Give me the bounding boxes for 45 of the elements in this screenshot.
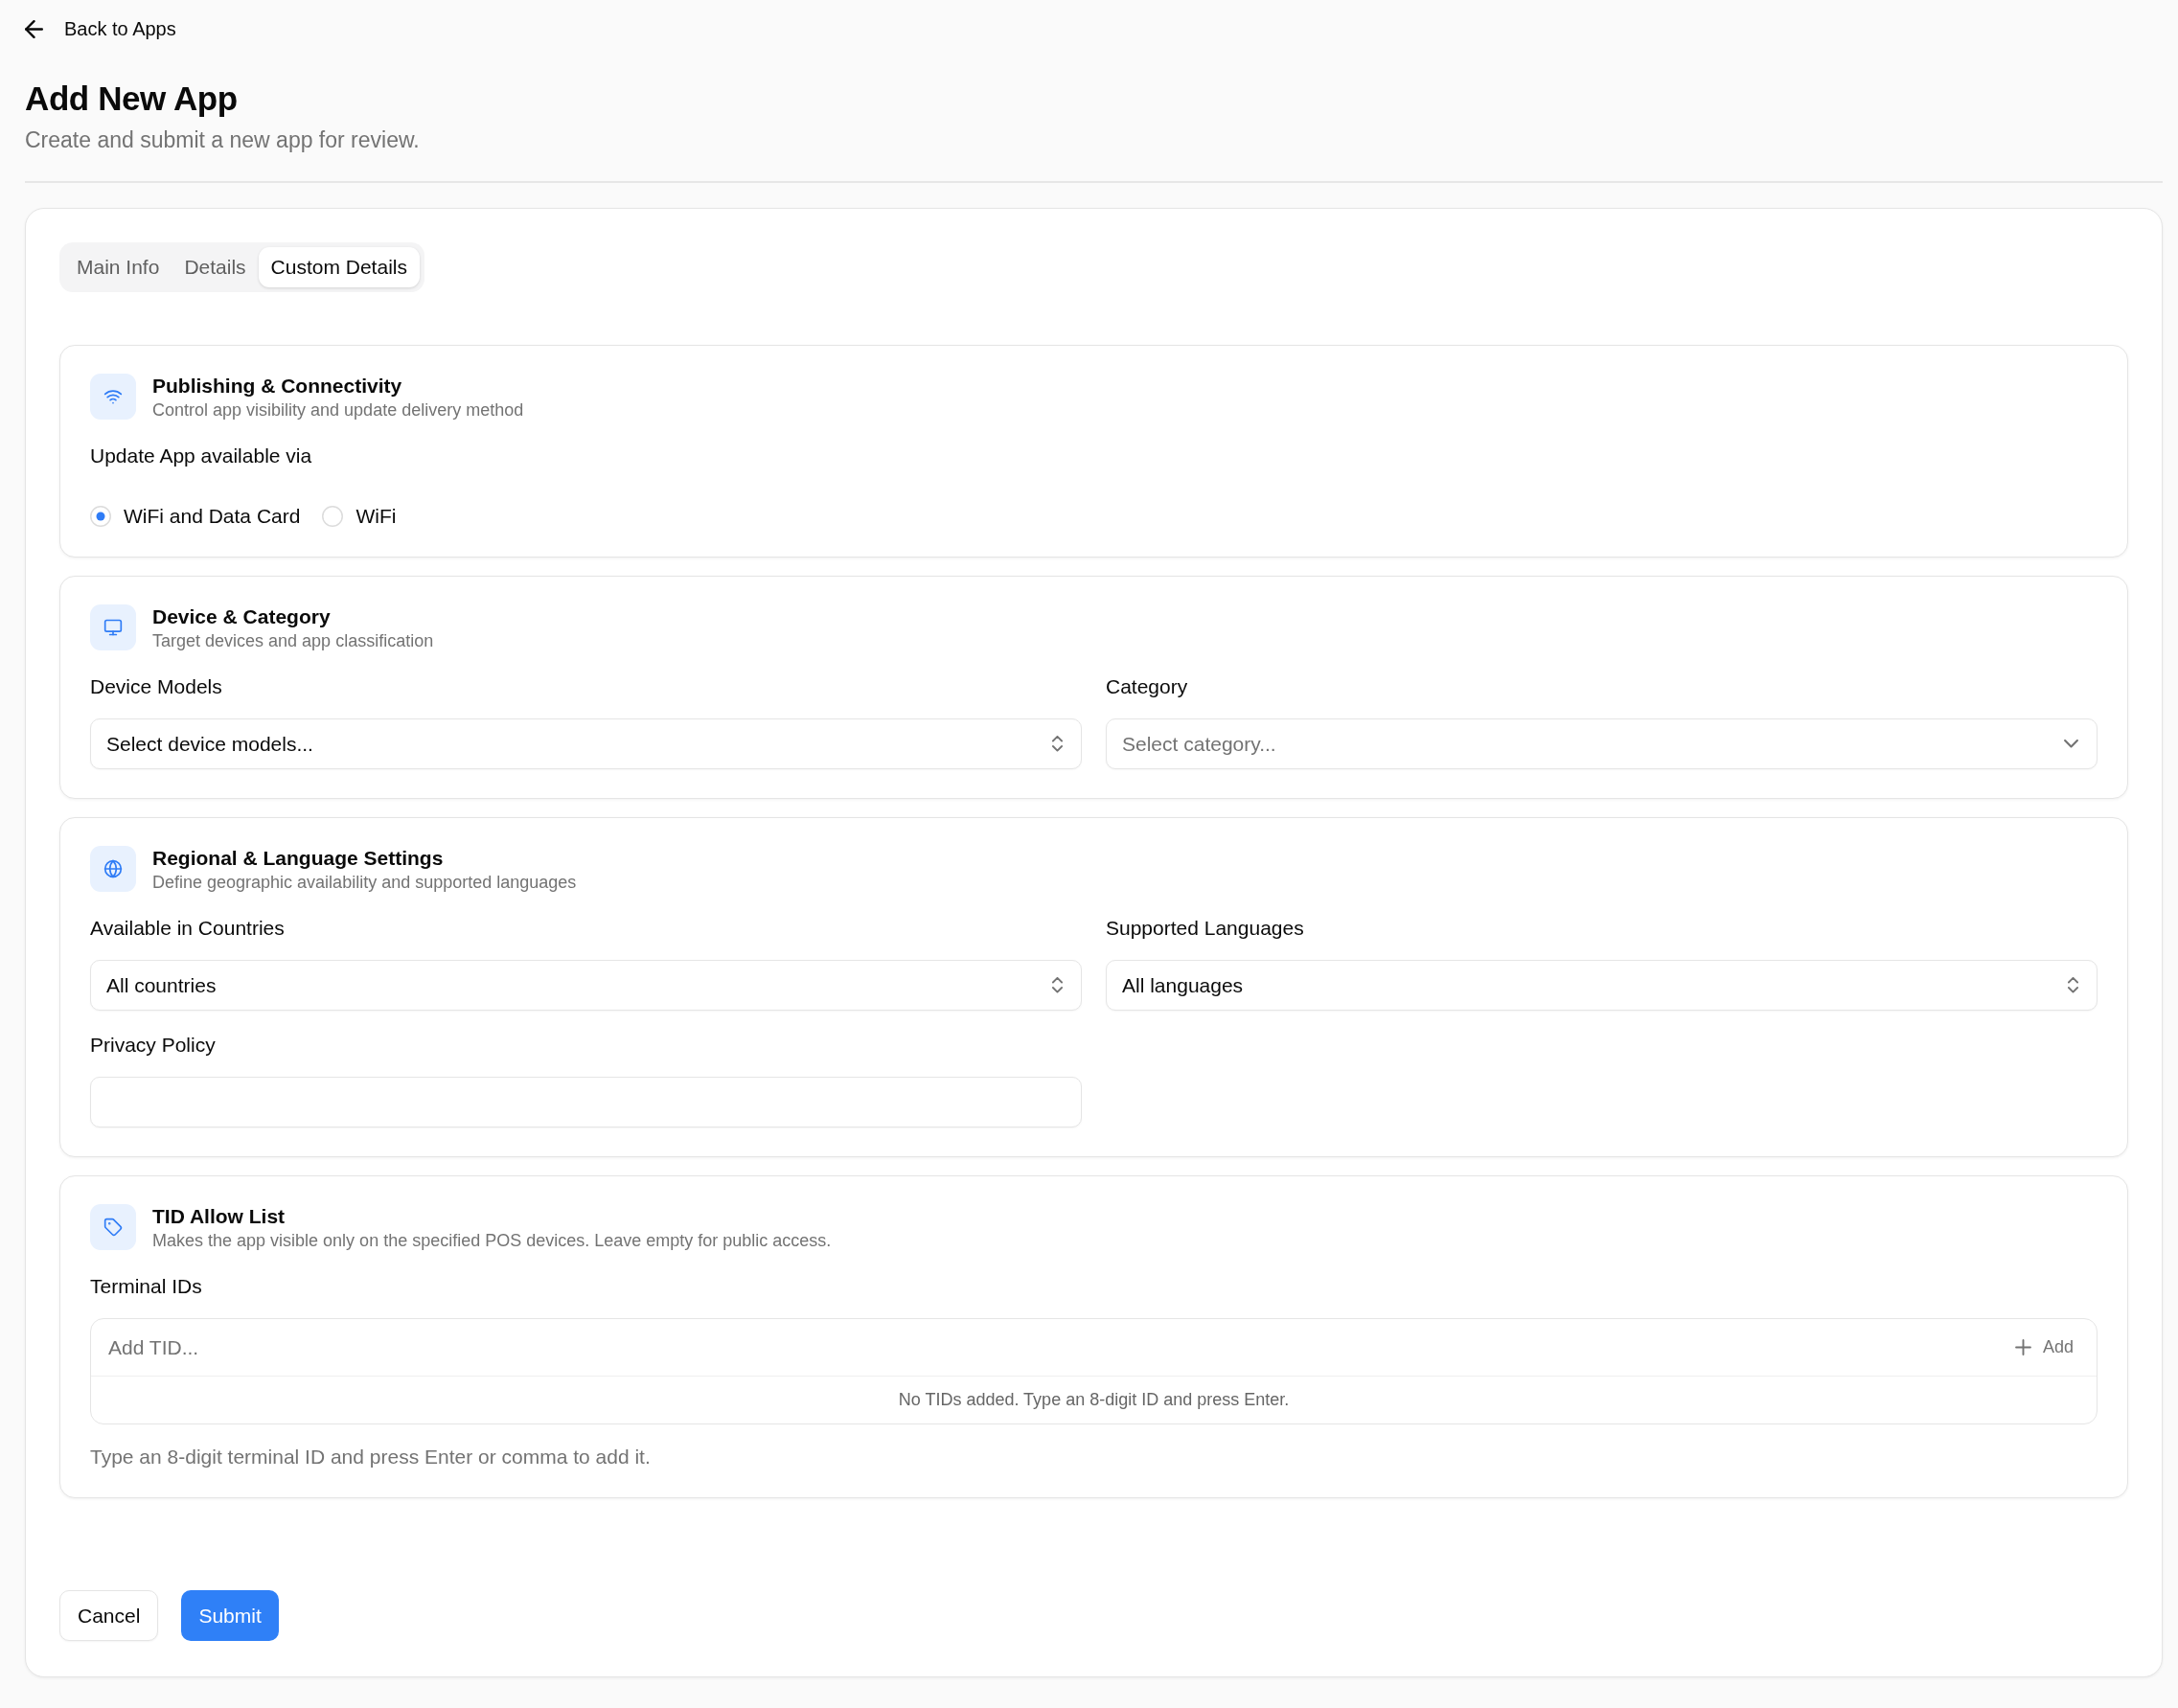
chevron-down-icon bbox=[2064, 740, 2078, 748]
section-title: Device & Category bbox=[152, 604, 332, 629]
field-label: Terminal IDs bbox=[90, 1274, 203, 1299]
radio-button[interactable] bbox=[90, 506, 111, 527]
radio-label[interactable]: WiFi and Data Card bbox=[124, 505, 301, 528]
cancel-button[interactable]: Cancel bbox=[59, 1590, 159, 1641]
add-button[interactable]: Add bbox=[2014, 1337, 2074, 1357]
section-description: Control app visibility and update delivery method bbox=[152, 399, 524, 421]
page-subtitle: Create and submit a new app for review. bbox=[25, 126, 421, 154]
section-description: Makes the app visible only on the specified POS devices. Leave empty for public access. bbox=[152, 1230, 832, 1252]
section-description: Define geographic availability and supported languages bbox=[152, 872, 577, 894]
section-title: TID Allow List bbox=[152, 1204, 287, 1229]
tag-icon bbox=[90, 1204, 136, 1250]
select-field[interactable]: Select category... bbox=[1106, 718, 2098, 769]
chevron-up-down-icon bbox=[2068, 977, 2078, 993]
text-field[interactable] bbox=[90, 1077, 1082, 1127]
tab[interactable]: Details bbox=[172, 247, 259, 287]
empty-message: No TIDs added. Type an 8-digit ID and press Enter. bbox=[898, 1390, 1290, 1410]
combobox-field[interactable]: Select device models... bbox=[90, 718, 1082, 769]
field-label: Available in Countries bbox=[90, 916, 286, 941]
field-label: Privacy Policy bbox=[90, 1033, 217, 1058]
helper-text: Type an 8-digit terminal ID and press Enter or comma to add it. bbox=[90, 1446, 652, 1469]
chevron-up-down-icon bbox=[1052, 736, 1063, 752]
submit-button[interactable]: Submit bbox=[181, 1590, 279, 1641]
tab[interactable]: Custom Details bbox=[258, 247, 420, 287]
back-link[interactable]: Back to Apps bbox=[25, 15, 176, 42]
field-label: Update App available via bbox=[90, 444, 313, 468]
combobox-field[interactable]: All languages bbox=[1106, 960, 2098, 1011]
tid-input-field[interactable]: Add TID... Add No TIDs added. Type an 8-digit ID and press Enter. bbox=[90, 1318, 2098, 1424]
tab[interactable]: Main Info bbox=[64, 247, 172, 287]
section-title: Regional & Language Settings bbox=[152, 846, 445, 871]
combobox-field[interactable]: All countries bbox=[90, 960, 1082, 1011]
section-description: Target devices and app classification bbox=[152, 630, 434, 652]
chevron-up-down-icon bbox=[1052, 977, 1063, 993]
wifi-icon bbox=[90, 374, 136, 420]
page-title: Add New App bbox=[25, 79, 239, 119]
plus-icon bbox=[2014, 1339, 2031, 1355]
radio-button[interactable] bbox=[322, 506, 344, 527]
radio-label[interactable]: WiFi bbox=[355, 505, 397, 528]
field-label: Category bbox=[1106, 674, 1189, 699]
globe-icon bbox=[90, 846, 136, 892]
field-label: Supported Languages bbox=[1106, 916, 1305, 941]
monitor-icon bbox=[90, 604, 136, 650]
field-label: Device Models bbox=[90, 674, 223, 699]
section-title: Publishing & Connectivity bbox=[152, 374, 403, 399]
